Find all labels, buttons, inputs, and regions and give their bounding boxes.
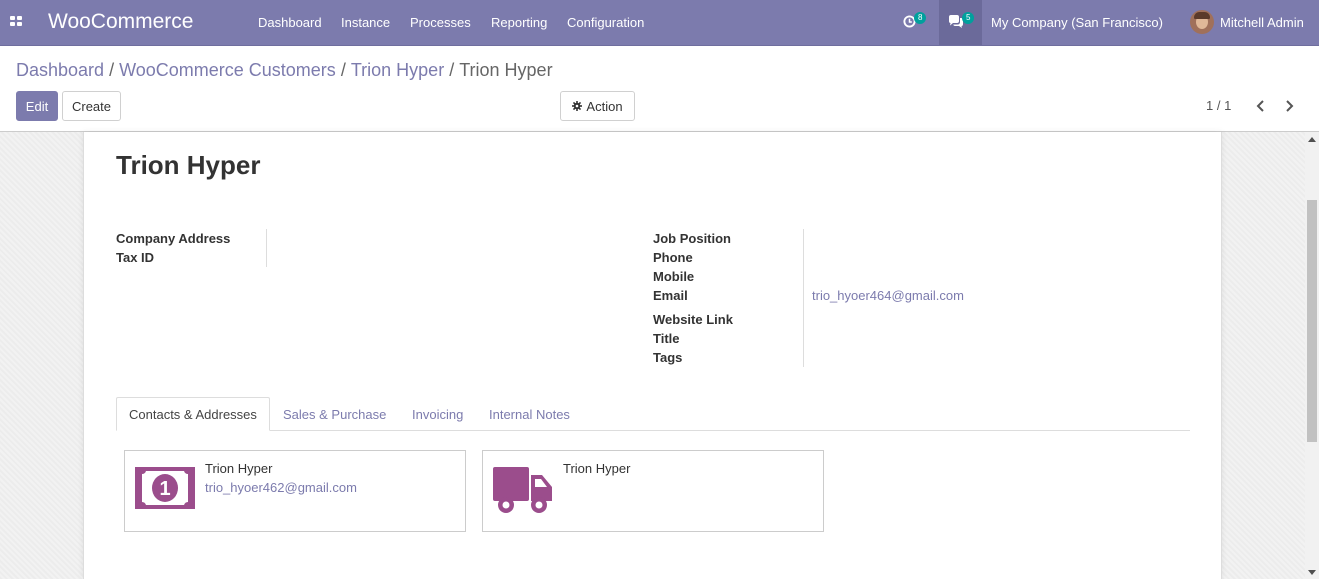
breadcrumb-item-parent[interactable]: Trion Hyper bbox=[351, 60, 444, 80]
field-label-tax-id: Tax ID bbox=[116, 250, 155, 265]
contact-card[interactable]: Trion Hyper bbox=[482, 450, 824, 532]
field-label-company-address: Company Address bbox=[116, 231, 231, 246]
gear-icon bbox=[572, 101, 583, 111]
field-divider bbox=[266, 229, 267, 267]
activity-button[interactable]: 8 bbox=[896, 0, 938, 45]
messages-button[interactable]: 5 bbox=[939, 0, 982, 45]
record-title: Trion Hyper bbox=[116, 150, 261, 180]
app-brand[interactable]: WooCommerce bbox=[48, 10, 193, 34]
field-label-website: Website Link bbox=[653, 312, 733, 327]
tab-contacts-addresses[interactable]: Contacts & Addresses bbox=[116, 397, 270, 431]
invoice-money-icon: 1 bbox=[135, 467, 195, 509]
user-menu[interactable]: Mitchell Admin bbox=[1220, 15, 1304, 30]
messages-count-badge: 5 bbox=[962, 12, 975, 24]
notebook-tabs: Contacts & Addresses Sales & Purchase In… bbox=[116, 397, 1190, 431]
field-label-mobile: Mobile bbox=[653, 269, 695, 284]
contact-name: Trion Hyper bbox=[563, 461, 631, 476]
menu-instance[interactable]: Instance bbox=[341, 15, 390, 30]
pager-value[interactable]: 1 / 1 bbox=[1206, 98, 1231, 113]
breadcrumb-item-dashboard[interactable]: Dashboard bbox=[16, 60, 104, 80]
apps-menu-icon[interactable] bbox=[10, 16, 22, 27]
create-button[interactable]: Create bbox=[62, 91, 121, 121]
field-label-title: Title bbox=[653, 331, 680, 346]
contact-card[interactable]: 1 Trion Hyper trio_hyoer462@gmail.com bbox=[124, 450, 466, 532]
tab-invoicing[interactable]: Invoicing bbox=[412, 397, 463, 431]
breadcrumb-current: Trion Hyper bbox=[459, 60, 553, 80]
field-label-email: Email bbox=[653, 288, 688, 303]
field-label-tags: Tags bbox=[653, 350, 683, 365]
breadcrumb-separator: / bbox=[340, 60, 346, 80]
menu-configuration[interactable]: Configuration bbox=[567, 15, 644, 30]
scroll-up-icon[interactable] bbox=[1308, 137, 1316, 142]
menu-reporting[interactable]: Reporting bbox=[491, 15, 547, 30]
contact-name: Trion Hyper bbox=[205, 461, 273, 476]
scroll-thumb[interactable] bbox=[1307, 200, 1317, 442]
vertical-scrollbar[interactable] bbox=[1305, 132, 1319, 579]
edit-button[interactable]: Edit bbox=[16, 91, 58, 121]
tab-sales-purchase[interactable]: Sales & Purchase bbox=[283, 397, 386, 431]
scroll-down-icon[interactable] bbox=[1308, 570, 1316, 575]
user-avatar[interactable] bbox=[1190, 10, 1214, 34]
tab-internal-notes[interactable]: Internal Notes bbox=[489, 397, 570, 431]
delivery-truck-icon bbox=[493, 467, 552, 513]
form-sheet: Trion Hyper Company Address Tax ID Job P… bbox=[83, 132, 1222, 579]
action-dropdown-button[interactable]: Action bbox=[560, 91, 635, 121]
field-divider bbox=[803, 229, 804, 367]
contact-email[interactable]: trio_hyoer462@gmail.com bbox=[205, 480, 357, 495]
breadcrumb: Dashboard / WooCommerce Customers / Trion Hy… bbox=[16, 60, 553, 81]
field-label-phone: Phone bbox=[653, 250, 693, 265]
field-label-job-position: Job Position bbox=[653, 231, 731, 246]
svg-text:1: 1 bbox=[159, 478, 170, 500]
chevron-left-icon[interactable] bbox=[1254, 98, 1268, 114]
company-switcher[interactable]: My Company (San Francisco) bbox=[991, 15, 1163, 30]
breadcrumb-item-customers[interactable]: WooCommerce Customers bbox=[119, 60, 336, 80]
menu-processes[interactable]: Processes bbox=[410, 15, 471, 30]
email-link[interactable]: trio_hyoer464@gmail.com bbox=[812, 288, 964, 303]
activity-count-badge: 8 bbox=[914, 12, 927, 24]
action-label: Action bbox=[586, 98, 623, 114]
top-navbar: WooCommerce Dashboard Instance Processes… bbox=[0, 0, 1319, 46]
control-panel: Dashboard / WooCommerce Customers / Trion Hy… bbox=[0, 46, 1319, 132]
breadcrumb-separator: / bbox=[449, 60, 455, 80]
breadcrumb-separator: / bbox=[109, 60, 115, 80]
menu-dashboard[interactable]: Dashboard bbox=[258, 15, 322, 30]
chevron-right-icon[interactable] bbox=[1282, 98, 1296, 114]
